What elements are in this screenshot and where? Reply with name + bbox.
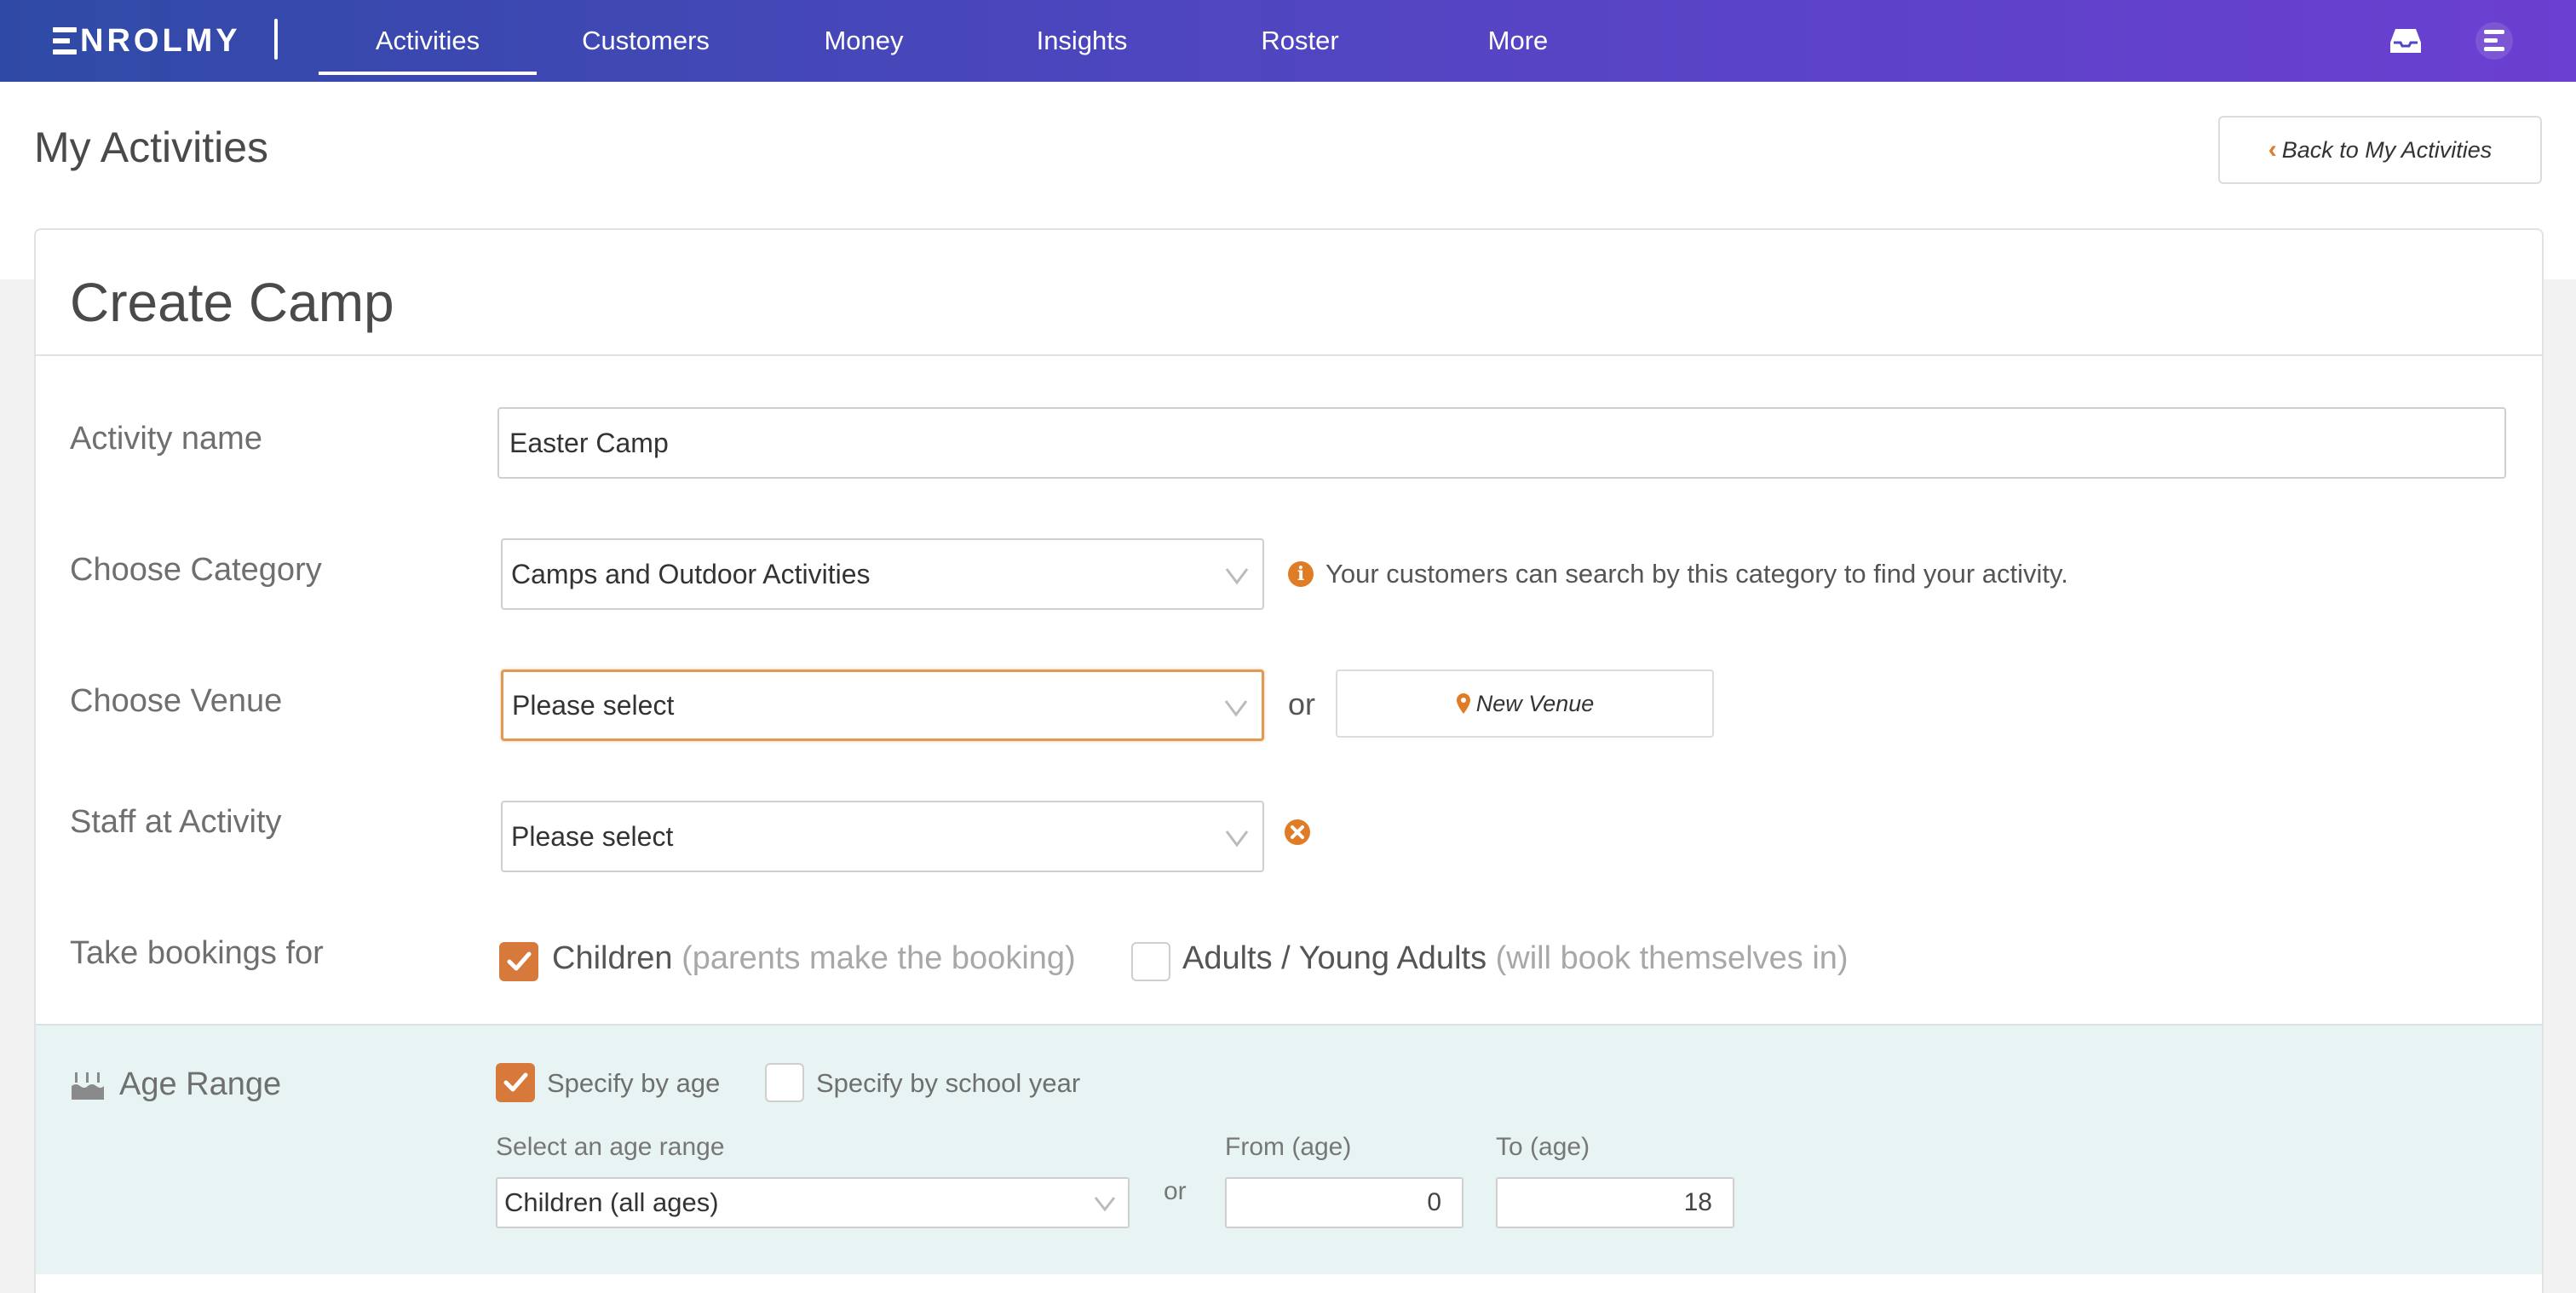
create-camp-card: Create Camp Activity name Choose Categor… <box>34 228 2544 1293</box>
nav-divider <box>274 19 278 60</box>
from-age-input[interactable] <box>1225 1177 1463 1228</box>
venue-or-text: or <box>1288 687 1316 721</box>
nav-item-insights[interactable]: Insights <box>973 0 1191 82</box>
chevron-down-icon <box>1225 830 1249 848</box>
nav-item-customers[interactable]: Customers <box>537 0 755 82</box>
activity-name-label: Activity name <box>70 421 262 457</box>
birthday-cake-icon <box>72 1072 104 1100</box>
card-title: Create Camp <box>70 272 394 333</box>
to-age-label: To (age) <box>1496 1133 1590 1161</box>
checkmark-icon <box>503 1072 528 1092</box>
choose-venue-label: Choose Venue <box>70 683 283 719</box>
card-divider <box>36 354 2542 356</box>
children-label: Children <box>552 940 673 976</box>
age-range-select-value: Children (all ages) <box>504 1187 719 1217</box>
venue-select[interactable]: Please select <box>501 669 1264 741</box>
logo-e-icon <box>53 27 77 55</box>
adults-note: (will book themselves in) <box>1495 940 1849 976</box>
from-age-label: From (age) <box>1225 1133 1352 1161</box>
category-select[interactable]: Camps and Outdoor Activities <box>501 538 1264 610</box>
page-title: My Activities <box>34 124 269 171</box>
age-range-title-text: Age Range <box>119 1066 282 1102</box>
nav-item-activities[interactable]: Activities <box>319 0 537 82</box>
back-to-my-activities-button[interactable]: ‹ Back to My Activities <box>2218 116 2542 184</box>
staff-select[interactable]: Please select <box>501 801 1264 872</box>
back-button-label: Back to My Activities <box>2281 136 2493 163</box>
chevron-down-icon <box>1094 1197 1116 1212</box>
select-age-range-label: Select an age range <box>496 1133 725 1161</box>
take-bookings-for-label: Take bookings for <box>70 935 324 971</box>
age-or-text: or <box>1164 1177 1187 1205</box>
age-range-title: Age Range <box>70 1066 281 1103</box>
logo-text: NROLMY <box>80 22 241 59</box>
top-navigation-bar: NROLMY Activities Customers Money Insigh… <box>0 0 2576 82</box>
new-venue-label: New Venue <box>1475 690 1595 716</box>
staff-at-activity-label: Staff at Activity <box>70 804 282 840</box>
chevron-down-icon <box>1224 700 1248 717</box>
to-age-input[interactable] <box>1496 1177 1734 1228</box>
inbox-icon[interactable] <box>2385 20 2426 61</box>
new-venue-button[interactable]: New Venue <box>1336 669 1714 738</box>
specify-by-age-label: Specify by age <box>547 1068 721 1098</box>
age-range-section: Age Range Specify by age Specify by scho… <box>36 1024 2542 1274</box>
specify-by-age-checkbox[interactable] <box>496 1063 535 1102</box>
checkmark-icon <box>507 951 532 971</box>
age-range-select[interactable]: Children (all ages) <box>496 1177 1130 1228</box>
specify-by-school-year-checkbox[interactable] <box>765 1063 804 1102</box>
activity-name-input[interactable] <box>497 407 2506 479</box>
category-select-value: Camps and Outdoor Activities <box>511 558 871 589</box>
venue-select-value: Please select <box>512 689 675 721</box>
chevron-down-icon <box>1225 568 1249 585</box>
staff-select-value: Please select <box>511 820 674 852</box>
category-hint-text: Your customers can search by this catego… <box>1325 559 2068 589</box>
info-icon: i <box>1288 561 1314 587</box>
nav-item-more[interactable]: More <box>1409 0 1627 82</box>
category-hint: i Your customers can search by this cate… <box>1288 559 2068 589</box>
choose-category-label: Choose Category <box>70 552 322 588</box>
specify-by-school-year-label: Specify by school year <box>816 1068 1081 1098</box>
chevron-left-icon: ‹ <box>2268 135 2277 164</box>
menu-icon[interactable] <box>2474 20 2515 61</box>
nav-item-roster[interactable]: Roster <box>1191 0 1409 82</box>
enrolmy-logo[interactable]: NROLMY <box>53 22 241 60</box>
adults-checkbox[interactable] <box>1131 942 1170 981</box>
adults-label: Adults / Young Adults <box>1182 940 1487 976</box>
children-checkbox[interactable] <box>499 942 538 981</box>
children-option-label: Children (parents make the booking) <box>552 940 1076 977</box>
nav-item-money[interactable]: Money <box>755 0 973 82</box>
map-pin-icon <box>1456 693 1470 714</box>
children-note: (parents make the booking) <box>681 940 1076 976</box>
clear-staff-icon[interactable] <box>1283 818 1312 847</box>
adults-option-label: Adults / Young Adults (will book themsel… <box>1182 940 1849 977</box>
